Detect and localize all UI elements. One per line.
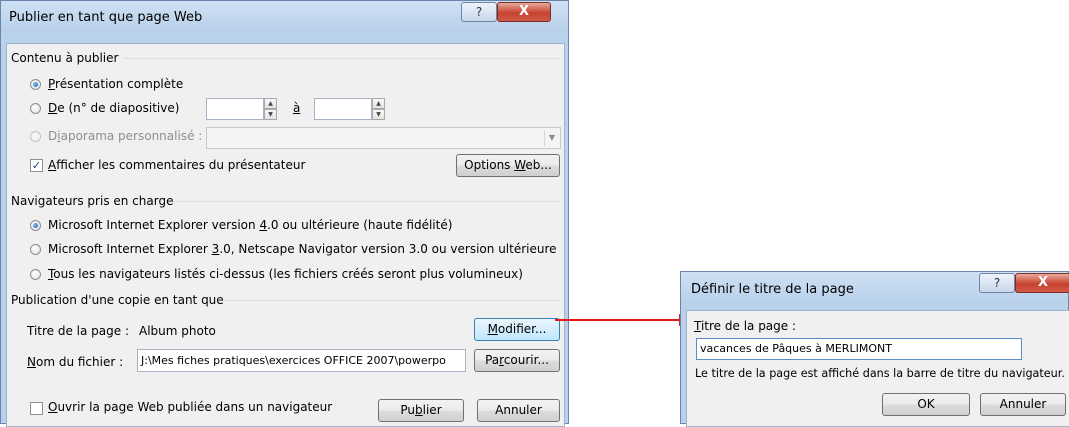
title-dialog-client: Titre de la page : vacances de Pâques à … [686,310,1069,427]
set-page-title-dialog: Définir le titre de la page ? X Titre de… [680,271,1069,427]
dialog-title: Publier en tant que page Web [9,10,203,25]
help-button[interactable]: ? [461,2,497,22]
content-group-label: Contenu à publier [11,51,119,65]
title-info-text: Le titre de la page est affiché dans la … [695,367,1065,380]
radio-ie3-label[interactable]: Microsoft Internet Explorer 3.0, Netscap… [48,242,557,256]
file-name-input[interactable]: J:\Mes fiches pratiques\exercices OFFICE… [137,349,466,372]
radio-all-indicator[interactable] [30,269,41,280]
from-slide-spin-up[interactable]: ▲ [264,98,277,109]
browsers-group-label: Navigateurs pris en charge [11,194,174,208]
custom-show-dropdown-icon[interactable]: ▼ [544,130,559,146]
to-slide-spin-up[interactable]: ▲ [372,98,385,109]
close-button[interactable]: X [497,2,551,22]
open-in-browser-label[interactable]: Ouvrir la page Web publiée dans un navig… [48,400,332,414]
radio-ie4-indicator[interactable] [30,220,41,231]
open-in-browser-check[interactable] [30,402,43,415]
to-label: à [293,101,301,115]
publish-group-divider [223,300,560,301]
modify-title-button[interactable]: Modifier... [474,318,560,341]
close-icon: X [1037,275,1049,290]
custom-show-select[interactable] [206,127,561,149]
help-icon: ? [993,276,1001,290]
from-slide-input[interactable] [206,98,264,120]
cancel-button[interactable]: Annuler [477,399,560,422]
title-cancel-button[interactable]: Annuler [980,393,1066,416]
radio-full-label[interactable]: Présentation complète [48,77,183,91]
title-dialog-close-button[interactable]: X [1015,273,1069,293]
presenter-notes-label[interactable]: Afficher les commentaires du présentateu… [48,158,305,172]
publish-group-label: Publication d'une copie en tant que [11,293,224,307]
publish-web-dialog: Publier en tant que page Web ? X Contenu… [0,0,569,427]
to-slide-spin-down[interactable]: ▼ [372,109,385,120]
page-title-label: Titre de la page : [27,324,130,338]
title-dialog-title: Définir le titre de la page [691,282,854,297]
browsers-group-divider [174,201,560,202]
radio-all-label[interactable]: Tous les navigateurs listés ci-dessus (l… [48,267,523,281]
radio-ie3-indicator[interactable] [30,244,41,255]
radio-range-label[interactable]: De (n° de diapositive) [48,101,179,115]
radio-full-indicator[interactable] [30,79,41,90]
web-options-button[interactable]: Options Web... [456,154,560,177]
help-icon: ? [475,5,483,19]
from-slide-spin-down[interactable]: ▼ [264,109,277,120]
browse-button[interactable]: Parcourir... [474,349,560,372]
radio-ie4-label[interactable]: Microsoft Internet Explorer version 4.0 … [48,218,452,232]
ok-button[interactable]: OK [882,393,970,416]
content-group-divider [123,58,560,59]
dialog-titlebar[interactable]: Publier en tant que page Web ? X [1,1,568,31]
radio-custom-label[interactable]: Diaporama personnalisé : [48,129,202,143]
to-slide-input[interactable] [314,98,372,120]
page-title-value: Album photo [139,324,216,338]
title-dialog-titlebar[interactable]: Définir le titre de la page ? X [681,272,1069,302]
radio-custom-indicator[interactable] [30,131,41,142]
dialog-client-area: Contenu à publier Présentation complète … [6,43,565,427]
close-icon: X [518,4,530,19]
file-name-label: Nom du fichier : [27,355,124,369]
publish-button[interactable]: Publier [378,399,464,422]
radio-range-indicator[interactable] [30,103,41,114]
page-title-field-label: Titre de la page : [694,319,797,333]
title-dialog-help-button[interactable]: ? [979,273,1015,293]
presenter-notes-check[interactable]: ✓ [30,159,43,172]
page-title-input[interactable]: vacances de Pâques à MERLIMONT [696,338,1022,360]
callout-arrow [555,314,693,326]
